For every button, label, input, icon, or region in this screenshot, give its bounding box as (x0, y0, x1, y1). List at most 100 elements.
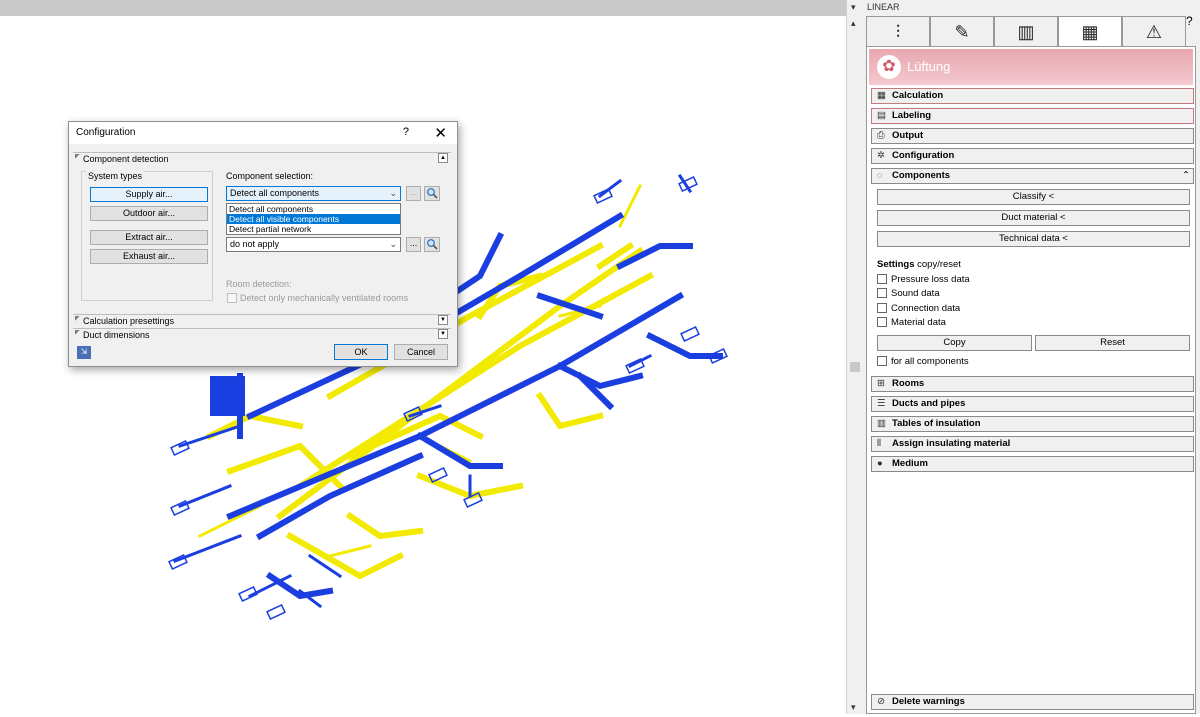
group-component-detection[interactable]: ◤ Component detection ▲ (73, 152, 451, 164)
dropdown-option[interactable]: Detect partial network (227, 224, 400, 234)
scroll-up-icon[interactable]: ▴ (851, 18, 856, 29)
expand-triangle-icon: ◤ (75, 316, 80, 322)
module-banner: ✿ Lüftung (869, 49, 1193, 85)
classify-button[interactable]: Classify < (877, 189, 1190, 205)
collapse-up-icon[interactable]: ▲ (438, 153, 448, 163)
apply-combo[interactable]: do not apply ⌄ (226, 237, 401, 252)
collapse-icon[interactable]: ▾ (851, 2, 856, 13)
grid-icon: ▦ (1081, 22, 1099, 42)
browse-button[interactable]: ... (406, 186, 421, 201)
panel-splitter[interactable]: ▾ ▴ ▾ (846, 0, 864, 714)
cancel-button[interactable]: Cancel (394, 344, 448, 360)
group-label: Duct dimensions (83, 330, 150, 340)
close-button[interactable]: ✕ (434, 124, 447, 142)
dialog-title: Configuration (76, 127, 136, 138)
tab-edit[interactable]: ✎ (930, 16, 994, 46)
extract-air-button[interactable]: Extract air... (90, 230, 208, 245)
section-configuration[interactable]: ✲ Configuration (871, 148, 1194, 164)
rooms-icon: ⊞ (877, 378, 885, 389)
dropdown-option[interactable]: Detect all components (227, 204, 400, 214)
duct-material-button[interactable]: Duct material < (877, 210, 1190, 226)
section-rooms[interactable]: ⊞ Rooms (871, 376, 1194, 392)
system-types-caption: System types (86, 171, 145, 181)
splitter-handle[interactable] (850, 362, 860, 372)
copy-button[interactable]: Copy (877, 335, 1032, 351)
section-label: Rooms (892, 378, 925, 389)
section-assign-insulation[interactable]: ⫴ Assign insulating material (871, 436, 1194, 452)
group-duct-dimensions[interactable]: ◤ Duct dimensions ▼ (73, 328, 451, 340)
checkbox-box[interactable] (227, 293, 237, 303)
pin-icon[interactable]: ⇲ (77, 346, 91, 359)
browse-button[interactable]: ... (406, 237, 421, 252)
room-detection-label: Room detection: (226, 279, 292, 289)
ducts-icon: ☰ (877, 398, 886, 409)
component-icon: ◌ (877, 170, 883, 181)
expand-triangle-icon: ◤ (75, 330, 80, 336)
connection-data-checkbox[interactable]: Connection data (877, 303, 960, 314)
viewport-title-bar (0, 0, 846, 16)
ok-button[interactable]: OK (334, 344, 388, 360)
sliders-icon: ⫶ (895, 22, 901, 42)
checkbox-box[interactable] (877, 303, 887, 313)
expand-down-icon[interactable]: ▼ (438, 329, 448, 339)
tab-settings[interactable]: ⫶ (866, 16, 930, 46)
group-calculation-presettings[interactable]: ◤ Calculation presettings ▼ (73, 314, 451, 326)
help-button[interactable]: ? (403, 126, 409, 138)
question-icon[interactable]: ? (1186, 14, 1193, 28)
section-ducts-pipes[interactable]: ☰ Ducts and pipes (871, 396, 1194, 412)
section-output[interactable]: ⎙ Output (871, 128, 1194, 144)
group-label: Calculation presettings (83, 316, 175, 326)
section-tables-insulation[interactable]: ▥ Tables of insulation (871, 416, 1194, 432)
scroll-down-icon[interactable]: ▾ (851, 702, 856, 713)
search-button[interactable] (424, 186, 440, 201)
combo-value: do not apply (230, 239, 280, 249)
chevron-down-icon[interactable]: ⌄ (389, 238, 397, 251)
gear-icon: ✲ (877, 150, 885, 161)
component-selection-dropdown: Detect all components Detect all visible… (226, 203, 401, 235)
ventilated-rooms-checkbox[interactable]: Detect only mechanically ventilated room… (227, 293, 408, 303)
table-icon: ▥ (877, 418, 886, 429)
printer-icon: ⎙ (877, 130, 885, 141)
section-medium[interactable]: ● Medium (871, 456, 1194, 472)
tab-library[interactable]: ▥ (994, 16, 1058, 46)
chevron-down-icon[interactable]: ⌄ (389, 187, 397, 200)
settings-heading: Settings copy/reset (877, 259, 961, 270)
insulation-icon: ⫴ (877, 438, 881, 449)
label-icon: ▤ (877, 110, 886, 121)
tab-modules[interactable]: ▦ (1058, 16, 1122, 46)
tab-warnings[interactable]: ⚠ (1122, 16, 1186, 46)
dropdown-option-selected[interactable]: Detect all visible components (227, 214, 400, 224)
section-label: Configuration (892, 150, 955, 161)
expand-triangle-icon: ◤ (75, 154, 80, 160)
checkbox-label: Detect only mechanically ventilated room… (240, 293, 409, 303)
pressure-loss-checkbox[interactable]: Pressure loss data (877, 274, 970, 285)
section-labeling[interactable]: ▤ Labeling (871, 108, 1194, 124)
checkbox-box[interactable] (877, 288, 887, 298)
section-calculation[interactable]: ▦ Calculation (871, 88, 1194, 104)
outdoor-air-button[interactable]: Outdoor air... (90, 206, 208, 221)
technical-data-button[interactable]: Technical data < (877, 231, 1190, 247)
settings-bold: Settings (877, 259, 915, 270)
checkbox-box[interactable] (877, 274, 887, 284)
expand-down-icon[interactable]: ▼ (438, 315, 448, 325)
supply-air-button[interactable]: Supply air... (90, 187, 208, 202)
reset-button[interactable]: Reset (1035, 335, 1190, 351)
checkbox-box[interactable] (877, 356, 887, 366)
fan-icon: ✿ (877, 55, 901, 79)
delete-warnings-button[interactable]: ⊘ Delete warnings (871, 694, 1194, 710)
collapse-up-icon[interactable]: ⌃ (1182, 169, 1190, 183)
dialog-titlebar: Configuration ? ✕ (69, 122, 457, 144)
checkbox-label: Material data (891, 317, 946, 328)
component-selection-combo[interactable]: Detect all components ⌄ (226, 186, 401, 201)
checkbox-label: for all components (891, 356, 969, 367)
sound-data-checkbox[interactable]: Sound data (877, 288, 940, 299)
section-label: Tables of insulation (892, 418, 981, 429)
section-label: Assign insulating material (892, 438, 1011, 449)
calculator-icon: ▦ (877, 90, 886, 101)
exhaust-air-button[interactable]: Exhaust air... (90, 249, 208, 264)
checkbox-box[interactable] (877, 317, 887, 327)
section-components[interactable]: ◌ Components ⌃ (871, 168, 1194, 184)
search-button[interactable] (424, 237, 440, 252)
material-data-checkbox[interactable]: Material data (877, 317, 946, 328)
for-all-components-checkbox[interactable]: for all components (877, 356, 969, 367)
